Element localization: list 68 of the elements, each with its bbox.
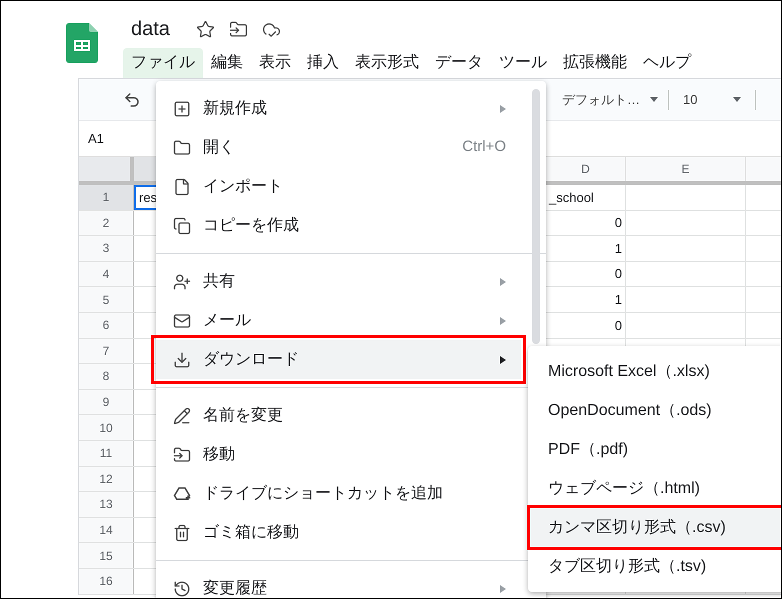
row-header[interactable]: 12 — [79, 466, 134, 492]
menu-item[interactable]: メール — [156, 301, 521, 340]
shortcut-text: Ctrl+O — [462, 137, 506, 158]
menu-item[interactable]: 新規作成 — [156, 89, 521, 128]
submenu-item[interactable]: タブ区切り形式（.tsv) — [530, 547, 781, 586]
menu-item[interactable]: 変更履歴 — [156, 569, 521, 598]
menu-item[interactable]: ゴミ箱に移動 — [156, 513, 521, 552]
trash-icon — [173, 524, 191, 542]
menu-item[interactable]: ドライブにショートカットを追加 — [156, 474, 521, 513]
row-header[interactable]: 13 — [79, 492, 134, 517]
star-icon[interactable] — [196, 20, 215, 38]
submenu-item[interactable]: Microsoft Excel（.xlsx) — [530, 352, 781, 391]
font-size-dropdown[interactable]: 10 — [683, 90, 742, 110]
row-header[interactable]: 1 — [79, 185, 134, 210]
row-header[interactable]: 10 — [79, 415, 134, 440]
row-header[interactable]: 16 — [79, 568, 134, 594]
download-icon — [173, 350, 191, 368]
menu-item[interactable]: 名前を変更 — [156, 396, 521, 435]
submenu-item[interactable]: カンマ区切り形式（.csv) — [530, 508, 781, 547]
folder-icon — [173, 138, 191, 156]
copy-icon — [173, 216, 191, 234]
document-title[interactable]: data — [131, 14, 170, 44]
column-header[interactable]: E — [626, 157, 746, 181]
menu-bar-item[interactable]: 拡張機能 — [555, 48, 635, 78]
undo-icon[interactable] — [123, 90, 141, 108]
file-icon — [173, 178, 191, 196]
row-header[interactable]: 4 — [79, 262, 134, 286]
menu-bar-item[interactable]: 表示形式 — [347, 48, 427, 78]
name-box[interactable]: A1 — [88, 128, 104, 148]
submenu-item[interactable]: ウェブページ（.html) — [530, 469, 781, 508]
drive-shortcut-icon — [173, 484, 191, 502]
row-header[interactable]: 5 — [79, 287, 134, 312]
folder-move-icon[interactable] — [228, 20, 248, 38]
menu-item[interactable]: インポート — [156, 167, 521, 206]
row-header[interactable]: 7 — [79, 338, 134, 364]
menu-scrollbar[interactable] — [532, 89, 540, 344]
row-header[interactable]: 8 — [79, 364, 134, 389]
menu-bar-item[interactable]: データ — [427, 48, 491, 78]
row-header[interactable]: 9 — [79, 390, 134, 414]
submenu-item[interactable]: OpenDocument（.ods) — [530, 391, 781, 430]
row-header[interactable]: 2 — [79, 210, 134, 236]
caret-icon — [733, 97, 742, 102]
sheets-logo-icon[interactable] — [66, 23, 98, 63]
menu-item[interactable]: コピーを作成 — [156, 206, 521, 245]
row-header[interactable]: 3 — [79, 236, 134, 261]
menu-bar-item[interactable]: ツール — [491, 48, 555, 78]
menu-item[interactable]: 移動 — [156, 435, 521, 474]
row-header[interactable]: 14 — [79, 518, 134, 542]
row-header[interactable]: 6 — [79, 312, 134, 338]
caret-icon — [650, 97, 658, 102]
pencil-icon — [173, 406, 191, 424]
history-icon — [173, 580, 191, 598]
row-header[interactable]: 15 — [79, 543, 134, 568]
share-icon — [173, 272, 191, 290]
menu-bar-item[interactable]: ヘルプ — [635, 48, 699, 78]
menu-item[interactable]: 開く Ctrl+O — [156, 128, 521, 167]
folder-move-icon — [173, 446, 191, 464]
menu-item[interactable]: 共有 — [156, 262, 521, 301]
menu-bar-item[interactable]: 挿入 — [299, 48, 347, 78]
menu-bar-item[interactable]: ファイル — [123, 48, 203, 78]
menu-item[interactable]: ダウンロード — [156, 340, 521, 379]
font-dropdown[interactable]: デフォルト… — [562, 90, 658, 110]
menu-bar-item[interactable]: 表示 — [251, 48, 299, 78]
new-icon — [173, 100, 191, 118]
row-header[interactable]: 11 — [79, 440, 134, 466]
mail-icon — [173, 312, 191, 330]
submenu-item[interactable]: PDF（.pdf) — [530, 430, 781, 469]
menu-bar-item[interactable]: 編集 — [203, 48, 251, 78]
